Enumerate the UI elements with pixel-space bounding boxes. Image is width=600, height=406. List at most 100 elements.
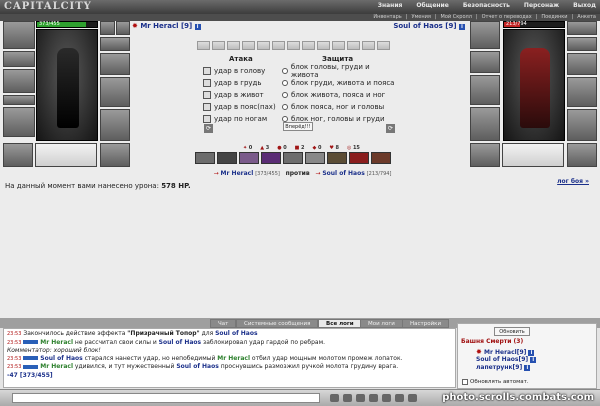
subnav-profile[interactable]: Анкета (577, 14, 596, 21)
avatar-right[interactable] (503, 29, 565, 141)
scroll-slot[interactable] (302, 41, 315, 50)
helmet-slot[interactable] (470, 21, 500, 49)
defense-option-3[interactable]: блок живота, пояса и ног (282, 90, 385, 100)
scroll-slot[interactable] (197, 41, 210, 50)
scroll-slot[interactable] (227, 41, 240, 50)
subnav-skills[interactable]: Умения (411, 14, 430, 21)
tab-system-messages[interactable]: Системные сообщения (236, 319, 319, 328)
translit-icon[interactable] (369, 394, 378, 402)
roster-member[interactable]: ✸ Mr Heracl[9] i (476, 348, 536, 356)
scroll-slot[interactable] (257, 41, 270, 50)
checkbox[interactable] (203, 103, 211, 111)
boots-slot[interactable] (567, 143, 597, 167)
skill-slot[interactable] (217, 152, 237, 164)
nav-knowledge[interactable]: Знания (378, 2, 403, 9)
subnav-my-scroll[interactable]: Мой Скролл (441, 14, 472, 21)
sound-icon[interactable] (395, 394, 404, 402)
hammer-slot[interactable] (470, 75, 500, 105)
skill-slot[interactable] (349, 152, 369, 164)
attack-waist[interactable]: удар в пояс(пах) (203, 102, 276, 112)
info-icon[interactable]: i (194, 24, 201, 30)
skill-slot[interactable] (239, 152, 259, 164)
scroll-slots-right[interactable] (502, 143, 564, 167)
filter-icon[interactable] (382, 394, 391, 402)
shoulder-slot[interactable] (3, 107, 35, 137)
shield-slot[interactable] (567, 77, 597, 107)
armor-slot[interactable] (3, 69, 35, 93)
clear-icon[interactable] (343, 394, 352, 402)
weapon-slot[interactable] (470, 51, 500, 73)
scroll-slot[interactable] (347, 41, 360, 50)
chat-input[interactable] (12, 393, 320, 403)
roster-member[interactable]: Soul of Haos[9] i (476, 356, 537, 364)
attack-head[interactable]: удар в голову (203, 66, 265, 76)
skill-slot[interactable] (283, 152, 303, 164)
scroll-slot[interactable] (317, 41, 330, 50)
tab-all-logs[interactable]: Все логи (318, 319, 362, 328)
settings-icon[interactable] (408, 394, 417, 402)
versus-right-name[interactable]: Soul of Haos (322, 170, 364, 177)
skill-slot[interactable] (327, 152, 347, 164)
skill-slot[interactable] (305, 152, 325, 164)
scroll-slot[interactable] (332, 41, 345, 50)
skill-slot[interactable] (261, 152, 281, 164)
scroll-slot[interactable] (212, 41, 225, 50)
send-icon[interactable] (330, 394, 339, 402)
info-icon[interactable]: i (524, 365, 531, 371)
skill-slot[interactable] (371, 152, 391, 164)
defense-option-4[interactable]: блок пояса, ног и головы (282, 102, 384, 112)
boots-slot[interactable] (100, 143, 130, 167)
scroll-slot[interactable] (242, 41, 255, 50)
subnav-fights[interactable]: Поединки (541, 14, 567, 21)
amulet-slot[interactable] (116, 21, 130, 35)
roster-member[interactable]: лапетрунк[9] i (476, 364, 536, 372)
tab-settings[interactable]: Настройки (402, 319, 450, 328)
nav-character[interactable]: Персонаж (524, 2, 559, 9)
avatar-left[interactable] (36, 29, 98, 141)
nav-communication[interactable]: Общение (416, 2, 448, 9)
forward-button[interactable]: Вперёд!!! (283, 122, 313, 131)
refresh-icon[interactable]: ⟳ (386, 124, 395, 133)
player-name-left[interactable]: ✸ Mr Heracl [9] i (132, 22, 201, 30)
refresh-icon[interactable]: ⟳ (204, 124, 213, 133)
scroll-slot[interactable] (272, 41, 285, 50)
tab-chat[interactable]: Чат (210, 319, 237, 328)
leggings-slot[interactable] (100, 109, 130, 141)
scroll-slot[interactable] (287, 41, 300, 50)
defense-option-2[interactable]: блок груди, живота и пояса (282, 78, 394, 88)
checkbox[interactable] (203, 115, 211, 123)
versus-left-name[interactable]: Mr Heracl (221, 170, 254, 177)
radio[interactable] (282, 104, 288, 110)
earring-slot[interactable] (100, 21, 115, 35)
shield-slot[interactable] (100, 77, 130, 107)
tab-my-logs[interactable]: Мои логи (360, 319, 403, 328)
smiles-icon[interactable] (356, 394, 365, 402)
skill-slot[interactable] (195, 152, 215, 164)
nav-exit[interactable]: Выход (573, 2, 596, 9)
attack-belly[interactable]: удар в живот (203, 90, 264, 100)
ring-slots[interactable] (567, 37, 597, 51)
earring-slot[interactable] (567, 21, 597, 35)
scroll-slots-left[interactable] (35, 143, 97, 167)
belt-slot[interactable] (3, 95, 35, 105)
battle-log-link[interactable]: лог боя » (557, 178, 589, 185)
ring-slots[interactable] (100, 37, 130, 51)
attack-legs[interactable]: удар по ногам (203, 114, 267, 124)
auto-refresh-checkbox[interactable] (462, 379, 468, 385)
info-icon[interactable]: i (530, 357, 537, 363)
bracer-slot[interactable] (470, 143, 500, 167)
info-icon[interactable]: i (459, 24, 465, 30)
refresh-button[interactable]: Обновить (494, 327, 530, 336)
armor-slot[interactable] (470, 107, 500, 141)
nav-security[interactable]: Безопасность (463, 2, 510, 9)
checkbox[interactable] (203, 79, 211, 87)
defense-option-1[interactable]: блок головы, груди и живота (282, 63, 397, 79)
auto-refresh-toggle[interactable]: Обновлять автомат. (462, 379, 529, 385)
player-name-right[interactable]: Soul of Haos [9] i (393, 22, 465, 30)
subnav-inventory[interactable]: Инвентарь (373, 14, 401, 21)
helmet-slot[interactable] (3, 21, 35, 49)
scroll-slot[interactable] (377, 41, 390, 50)
gloves-slot[interactable] (567, 53, 597, 75)
leggings-slot[interactable] (567, 109, 597, 141)
checkbox[interactable] (203, 91, 211, 99)
